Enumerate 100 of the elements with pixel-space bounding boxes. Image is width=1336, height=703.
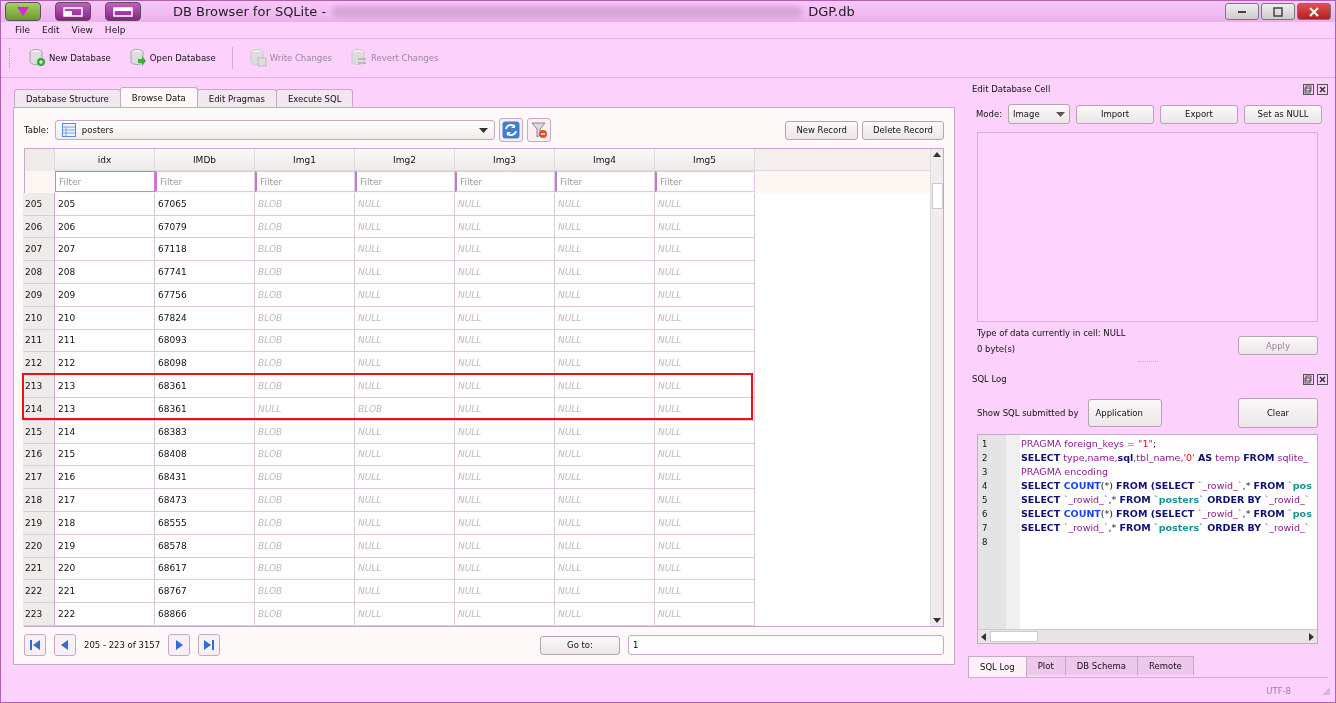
row-header[interactable]: 211 xyxy=(23,329,55,353)
table-dropdown[interactable]: posters xyxy=(54,120,495,140)
toolbar-grip xyxy=(9,48,12,68)
row-header[interactable]: 219 xyxy=(23,511,55,535)
row-header[interactable]: 215 xyxy=(23,420,55,444)
column-header[interactable]: Img3 xyxy=(455,149,555,171)
tab[interactable]: Edit Pragmas xyxy=(196,89,277,107)
row-header[interactable]: 209 xyxy=(23,284,55,307)
tab[interactable]: Plot xyxy=(1025,656,1066,675)
horizontal-scrollbar[interactable] xyxy=(978,629,1317,643)
import-button[interactable]: Import xyxy=(1076,104,1155,124)
table-cell: BLOB xyxy=(255,443,355,467)
table-cell: NULL xyxy=(655,261,755,284)
table-cell: NULL xyxy=(355,557,455,581)
dock-title: Edit Database Cell xyxy=(972,84,1051,94)
tab[interactable]: Browse Data xyxy=(119,87,198,107)
filter-field[interactable]: Filter xyxy=(655,171,755,192)
filter-field[interactable]: Filter xyxy=(255,171,355,192)
window-menu-button[interactable] xyxy=(5,2,41,21)
last-page-button[interactable] xyxy=(198,634,221,656)
table-cell: NULL xyxy=(355,261,455,284)
row-header[interactable]: 212 xyxy=(23,352,55,376)
row-header[interactable]: 207 xyxy=(23,238,55,262)
maximize-button[interactable] xyxy=(1261,3,1295,20)
filter-field[interactable]: Filter xyxy=(555,171,655,192)
row-header[interactable]: 221 xyxy=(23,557,55,581)
refresh-button[interactable] xyxy=(498,118,523,142)
filter-field[interactable]: Filter xyxy=(455,171,555,192)
row-header[interactable]: 205 xyxy=(23,192,55,216)
dropdown-arrow-icon xyxy=(1056,111,1066,117)
table-cell: NULL xyxy=(555,398,655,421)
tab[interactable]: SQL Log xyxy=(968,656,1027,677)
row-header[interactable]: 210 xyxy=(23,306,55,330)
go-to-field[interactable]: 1 xyxy=(628,635,944,655)
mode-dropdown[interactable]: Image xyxy=(1008,104,1071,124)
line-number: 8 xyxy=(981,536,989,549)
toolbar-button[interactable]: Open Database xyxy=(122,47,222,69)
row-header[interactable]: 217 xyxy=(23,466,55,490)
tab[interactable]: Execute SQL xyxy=(275,89,354,107)
float-icon[interactable] xyxy=(1303,373,1314,385)
scroll-thumb[interactable] xyxy=(931,183,943,209)
export-button[interactable]: Export xyxy=(1160,104,1239,124)
menu-item[interactable]: View xyxy=(65,25,99,35)
shade-button[interactable] xyxy=(55,2,91,21)
close-icon[interactable] xyxy=(1317,83,1328,95)
column-header[interactable]: IMDb xyxy=(155,149,255,171)
clear-button[interactable]: Clear xyxy=(1238,398,1318,428)
row-header[interactable]: 222 xyxy=(23,580,55,604)
table-cell: 210 xyxy=(55,306,155,330)
next-page-button[interactable] xyxy=(168,634,191,656)
row-header[interactable]: 216 xyxy=(23,443,55,467)
menu-item[interactable]: Help xyxy=(98,25,132,35)
tab[interactable]: DB Schema xyxy=(1064,656,1138,675)
column-header[interactable]: idx xyxy=(55,149,155,171)
line-number: 4 xyxy=(981,480,989,493)
row-header[interactable]: 213 xyxy=(23,375,55,398)
tab[interactable]: Remote xyxy=(1137,656,1194,675)
close-button[interactable] xyxy=(1297,3,1331,20)
line-number: 2 xyxy=(981,452,989,465)
filter-field[interactable]: Filter xyxy=(355,171,455,192)
tab[interactable]: Database Structure xyxy=(14,89,121,107)
table-cell: BLOB xyxy=(255,557,355,581)
source-dropdown[interactable]: Application xyxy=(1088,399,1163,427)
table-cell: NULL xyxy=(455,489,555,512)
column-header[interactable]: Img2 xyxy=(355,149,455,171)
table-cell: 212 xyxy=(55,352,155,376)
table-cell: NULL xyxy=(655,443,755,467)
menu-item[interactable]: File xyxy=(9,25,37,35)
menu-item[interactable]: Edit xyxy=(36,25,66,35)
previous-page-button[interactable] xyxy=(54,634,76,656)
vertical-scrollbar[interactable] xyxy=(930,149,943,626)
filter-field[interactable]: Filter xyxy=(155,171,255,192)
scroll-thumb[interactable] xyxy=(990,631,1038,642)
table-cell: 215 xyxy=(55,443,155,467)
above-button[interactable] xyxy=(105,2,141,21)
table-cell: 67824 xyxy=(155,306,255,330)
table-cell: BLOB xyxy=(255,489,355,512)
table-cell: NULL xyxy=(355,511,455,535)
clear-filters-button[interactable] xyxy=(526,118,551,142)
row-header[interactable]: 220 xyxy=(23,534,55,558)
minimize-button[interactable] xyxy=(1225,3,1259,20)
table-cell: NULL xyxy=(555,443,655,467)
column-header[interactable]: Img1 xyxy=(255,149,355,171)
record-button[interactable]: Delete Record xyxy=(862,120,944,140)
set-null-button[interactable]: Set as NULL xyxy=(1244,104,1323,124)
table-cell: NULL xyxy=(555,261,655,284)
row-header[interactable]: 218 xyxy=(23,489,55,512)
toolbar-button[interactable]: New Database xyxy=(22,47,117,69)
column-header[interactable]: Img4 xyxy=(555,149,655,171)
row-header[interactable]: 206 xyxy=(23,215,55,239)
row-header[interactable]: 208 xyxy=(23,261,55,284)
record-button[interactable]: New Record xyxy=(785,120,858,140)
go-to-button[interactable]: Go to: xyxy=(540,635,620,655)
float-icon[interactable] xyxy=(1303,83,1314,95)
column-header[interactable]: Img5 xyxy=(655,149,755,171)
close-icon[interactable] xyxy=(1317,373,1328,385)
filter-field[interactable]: Filter xyxy=(55,171,155,192)
first-page-button[interactable] xyxy=(24,634,46,656)
row-header[interactable]: 223 xyxy=(23,603,55,626)
table-cell: NULL xyxy=(355,192,455,216)
